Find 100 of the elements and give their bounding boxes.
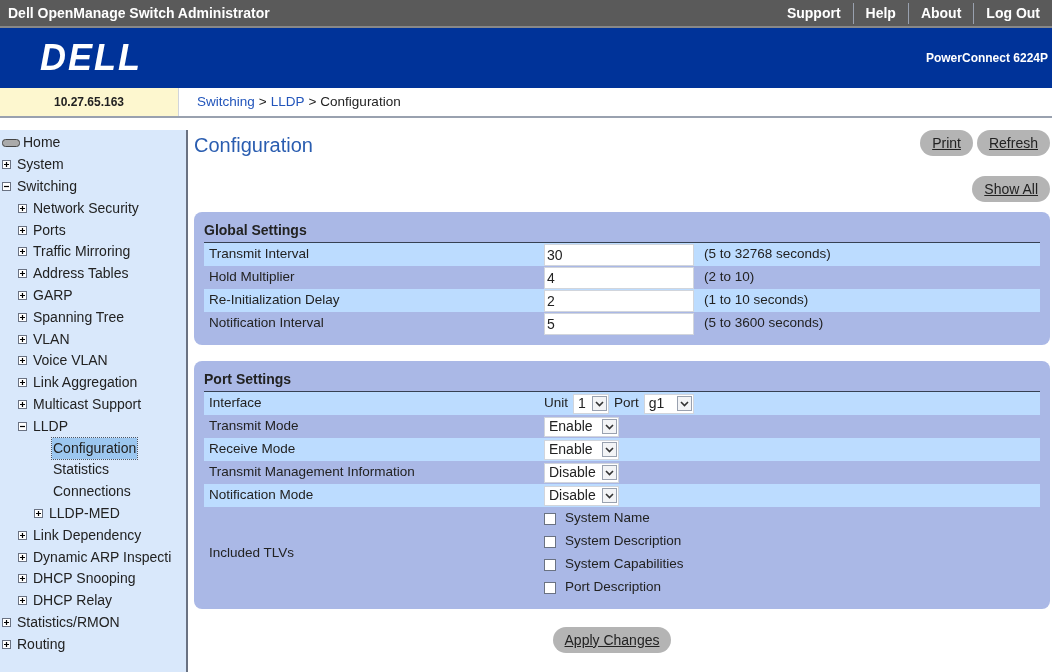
tree-item[interactable]: Link Dependency — [32, 524, 143, 546]
top-link[interactable]: Help — [852, 2, 908, 24]
expand-icon[interactable] — [18, 247, 27, 257]
breadcrumb-text: > — [308, 92, 317, 111]
field-label: Notification Mode — [208, 486, 315, 505]
tree-item[interactable]: Traffic Mirroring — [32, 241, 132, 263]
checkbox[interactable] — [544, 581, 556, 594]
field-label: Interface — [208, 394, 263, 413]
range-hint: (1 to 10 seconds) — [703, 291, 809, 310]
tree-item[interactable]: Link Aggregation — [32, 372, 139, 394]
mode-select[interactable]: Disable — [544, 462, 619, 483]
expand-icon[interactable] — [18, 530, 27, 540]
show-all-button[interactable]: Show All — [972, 176, 1050, 202]
breadcrumb-link[interactable]: Switching — [197, 91, 255, 113]
number-field[interactable]: 2 — [544, 289, 694, 312]
field-label: Re-Initialization Delay — [208, 291, 341, 310]
field-label: Included TLVs — [208, 543, 296, 562]
model-name: PowerConnect 6224P — [925, 50, 1048, 67]
tree-item[interactable]: LLDP-MED — [48, 502, 121, 524]
tree-item[interactable]: GARP — [32, 284, 74, 306]
expand-icon[interactable] — [18, 399, 27, 409]
tree-item[interactable]: DHCP Snooping — [32, 568, 137, 590]
dropdown-caret-icon — [676, 396, 692, 411]
port-select[interactable]: g1 — [643, 393, 694, 414]
expand-icon[interactable] — [18, 378, 27, 388]
top-link[interactable]: Log Out — [973, 2, 1052, 24]
top-link[interactable]: Support — [774, 2, 853, 24]
dropdown-caret-icon — [602, 419, 617, 434]
checkbox[interactable] — [544, 558, 556, 571]
dropdown-caret-icon — [602, 465, 617, 480]
tree-item[interactable]: Connections — [52, 481, 132, 503]
expand-icon[interactable] — [18, 269, 27, 279]
range-hint: (5 to 3600 seconds) — [703, 314, 824, 333]
unit-select[interactable]: 1 — [573, 393, 609, 414]
mode-select[interactable]: Enable — [544, 439, 619, 460]
breadcrumb-link[interactable]: LLDP — [270, 91, 305, 113]
tree-item[interactable]: Home — [22, 132, 62, 154]
expand-icon[interactable] — [18, 334, 27, 344]
mode-select[interactable]: Disable — [544, 485, 619, 506]
checkbox-label: Port Description — [565, 578, 662, 597]
expand-icon[interactable] — [2, 617, 11, 627]
expand-icon[interactable] — [18, 203, 27, 213]
tree-item[interactable]: Statistics — [52, 459, 110, 481]
logo: DELL — [40, 36, 142, 80]
breadcrumb-text: Configuration — [320, 92, 401, 111]
expand-icon[interactable] — [18, 225, 27, 235]
expand-icon[interactable] — [18, 290, 27, 300]
tree-item[interactable]: LLDP — [32, 415, 70, 437]
number-field[interactable]: 5 — [544, 312, 694, 335]
top-link[interactable]: About — [907, 2, 974, 24]
expand-icon[interactable] — [18, 552, 27, 562]
print-button[interactable]: Print — [920, 130, 973, 156]
tree-item[interactable]: Statistics/RMON — [16, 611, 121, 633]
expand-icon[interactable] — [18, 356, 27, 366]
expand-icon[interactable] — [34, 508, 43, 518]
tree-item[interactable]: Configuration — [52, 437, 138, 459]
expand-icon[interactable] — [18, 596, 27, 606]
field-label: Transmit Mode — [208, 417, 300, 436]
checkbox-label: System Name — [565, 509, 650, 528]
tree-item[interactable]: Address Tables — [32, 263, 130, 285]
apply-changes-button[interactable]: Apply Changes — [552, 627, 672, 653]
page-title: Configuration — [194, 133, 313, 158]
port-label: Port — [614, 394, 639, 413]
tree-item[interactable]: Dynamic ARP Inspecti — [32, 546, 173, 568]
drive-icon — [2, 138, 20, 147]
expand-icon[interactable] — [2, 639, 11, 649]
breadcrumb-text: > — [258, 92, 267, 111]
tree-item[interactable]: DHCP Relay — [32, 590, 114, 612]
checkbox-label: System Capabilities — [565, 555, 684, 574]
tree-item[interactable]: Multicast Support — [32, 393, 143, 415]
range-hint: (5 to 32768 seconds) — [703, 245, 831, 264]
number-field[interactable]: 4 — [544, 266, 694, 289]
field-label: Transmit Management Information — [208, 463, 416, 482]
mode-select[interactable]: Enable — [544, 416, 619, 437]
tree-item[interactable]: Spanning Tree — [32, 306, 126, 328]
dropdown-caret-icon — [602, 488, 617, 503]
collapse-icon[interactable] — [2, 182, 11, 191]
tree-item[interactable]: System — [16, 154, 65, 176]
tree-item[interactable]: Voice VLAN — [32, 350, 109, 372]
range-hint: (2 to 10) — [703, 268, 755, 287]
field-label: Receive Mode — [208, 440, 297, 459]
checkbox-label: System Description — [565, 532, 682, 551]
field-label: Hold Multiplier — [208, 268, 296, 287]
collapse-icon[interactable] — [18, 421, 27, 431]
refresh-button[interactable]: Refresh — [976, 130, 1050, 156]
expand-icon[interactable] — [2, 160, 11, 170]
field-label: Transmit Interval — [208, 245, 311, 264]
expand-icon[interactable] — [18, 574, 27, 584]
dropdown-caret-icon — [592, 396, 607, 411]
tree-item[interactable]: VLAN — [32, 328, 71, 350]
tree-item[interactable]: Ports — [32, 219, 67, 241]
checkbox[interactable] — [544, 535, 556, 548]
tree-item[interactable]: Switching — [16, 176, 78, 197]
number-field[interactable]: 30 — [544, 243, 694, 266]
tree-item[interactable]: Network Security — [32, 197, 140, 219]
checkbox[interactable] — [544, 512, 556, 525]
tree-item[interactable]: Routing — [16, 633, 67, 655]
expand-icon[interactable] — [18, 312, 27, 322]
unit-label: Unit — [544, 394, 568, 413]
dropdown-caret-icon — [602, 442, 617, 457]
